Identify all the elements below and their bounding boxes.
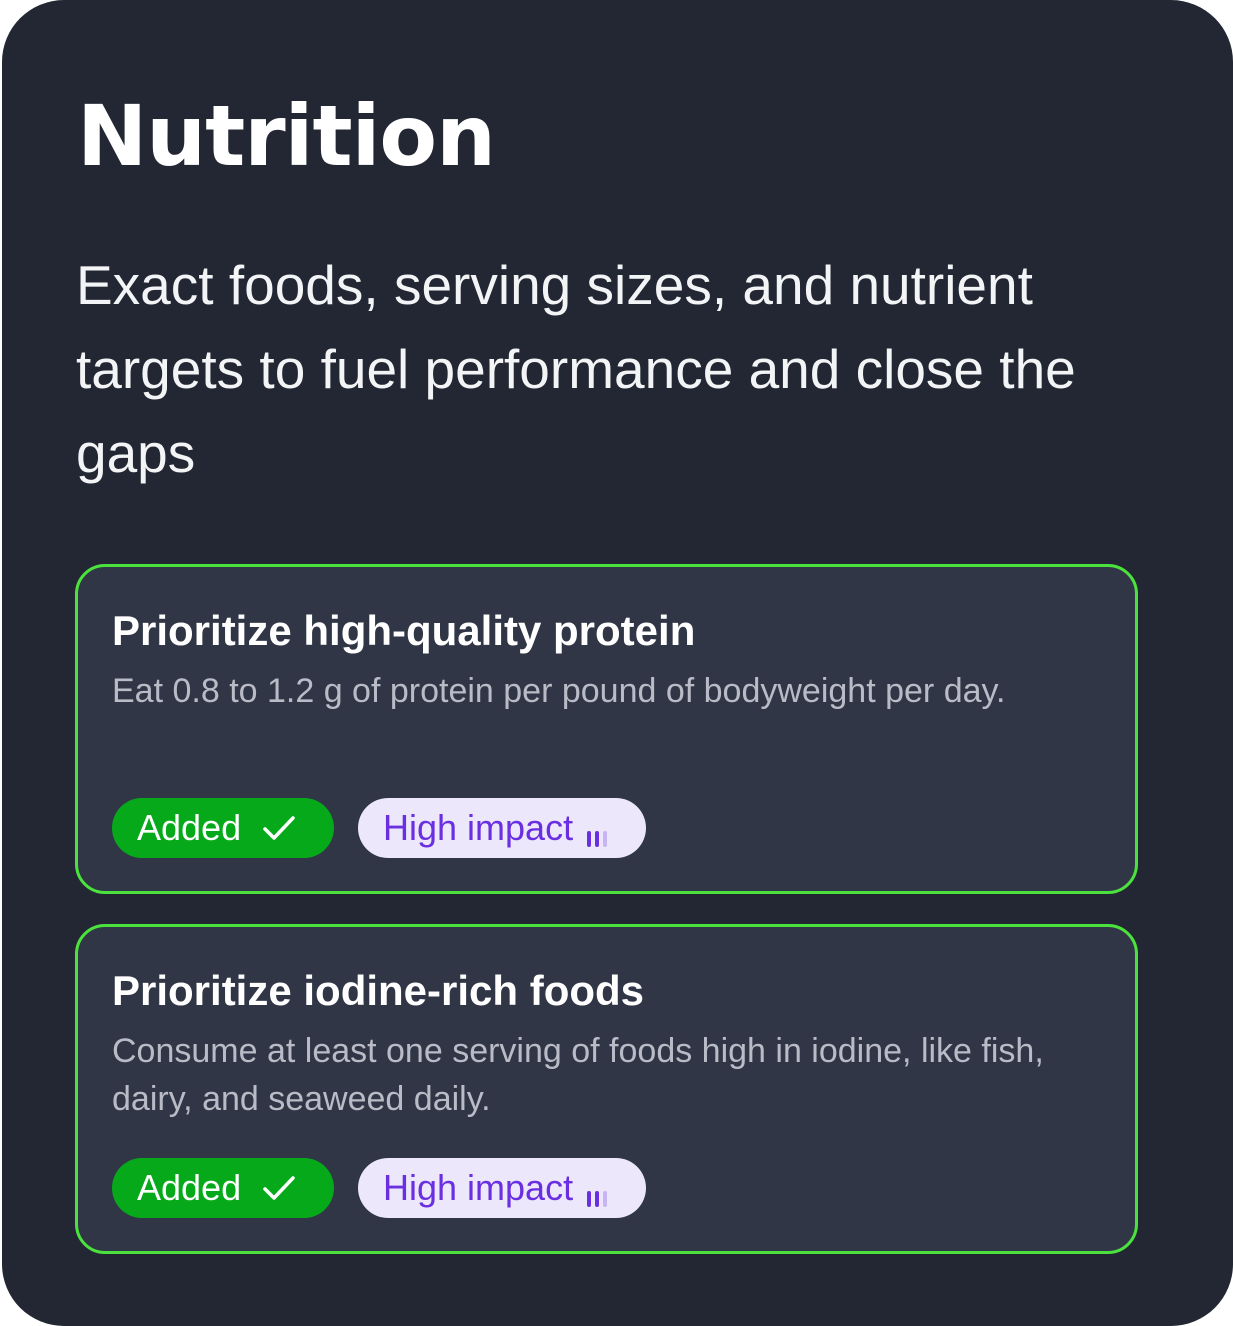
recommendation-card[interactable]: Prioritize iodine-rich foods Consume at …: [75, 924, 1138, 1254]
recommendation-title: Prioritize high-quality protein: [112, 607, 696, 654]
impact-label: High impact: [383, 1167, 574, 1208]
impact-badge: High impact: [358, 1158, 646, 1218]
added-status-button[interactable]: Added: [112, 1158, 334, 1218]
check-icon: [261, 810, 297, 846]
section-title: Nutrition: [77, 87, 496, 185]
nutrition-section-card: Nutrition Exact foods, serving sizes, an…: [2, 0, 1233, 1326]
recommendation-title: Prioritize iodine-rich foods: [112, 967, 645, 1014]
impact-badge: High impact: [358, 798, 646, 858]
signal-bars-icon: [585, 817, 609, 847]
added-status-button[interactable]: Added: [112, 798, 334, 858]
check-icon: [261, 1170, 297, 1206]
recommendation-description: Consume at least one serving of foods hi…: [112, 1032, 1044, 1118]
impact-label: High impact: [383, 807, 574, 848]
added-status-label: Added: [137, 1167, 242, 1208]
recommendation-description: Eat 0.8 to 1.2 g of protein per pound of…: [112, 672, 1006, 710]
added-status-label: Added: [137, 807, 242, 848]
section-subtitle: Exact foods, serving sizes, and nutrient…: [76, 254, 1076, 484]
signal-bars-icon: [585, 1177, 609, 1207]
recommendation-card[interactable]: Prioritize high-quality protein Eat 0.8 …: [75, 564, 1138, 894]
